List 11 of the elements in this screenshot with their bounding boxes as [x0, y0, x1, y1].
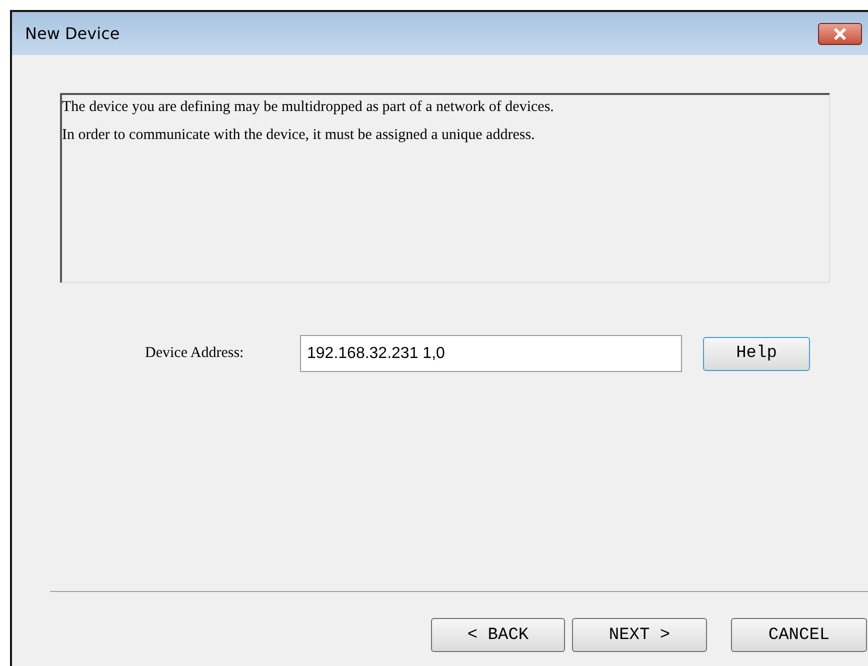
- message-text: The device you are defining may be multidropped as part of a network of devices.: [62, 99, 555, 116]
- cancel-button[interactable]: CANCEL: [731, 618, 867, 652]
- window-title: New Device: [25, 24, 120, 43]
- close-button[interactable]: [818, 22, 862, 44]
- help-button[interactable]: Help: [703, 336, 810, 370]
- next-button[interactable]: NEXT >: [572, 618, 707, 652]
- field-label: Device Address:: [145, 345, 245, 362]
- message-text: In order to communicate with the device, it must be assigned a unique address.: [62, 127, 536, 144]
- back-button[interactable]: < BACK: [431, 618, 565, 652]
- device-address-field[interactable]: 192.168.32.231 1,0: [300, 335, 682, 372]
- close-icon: [833, 28, 847, 40]
